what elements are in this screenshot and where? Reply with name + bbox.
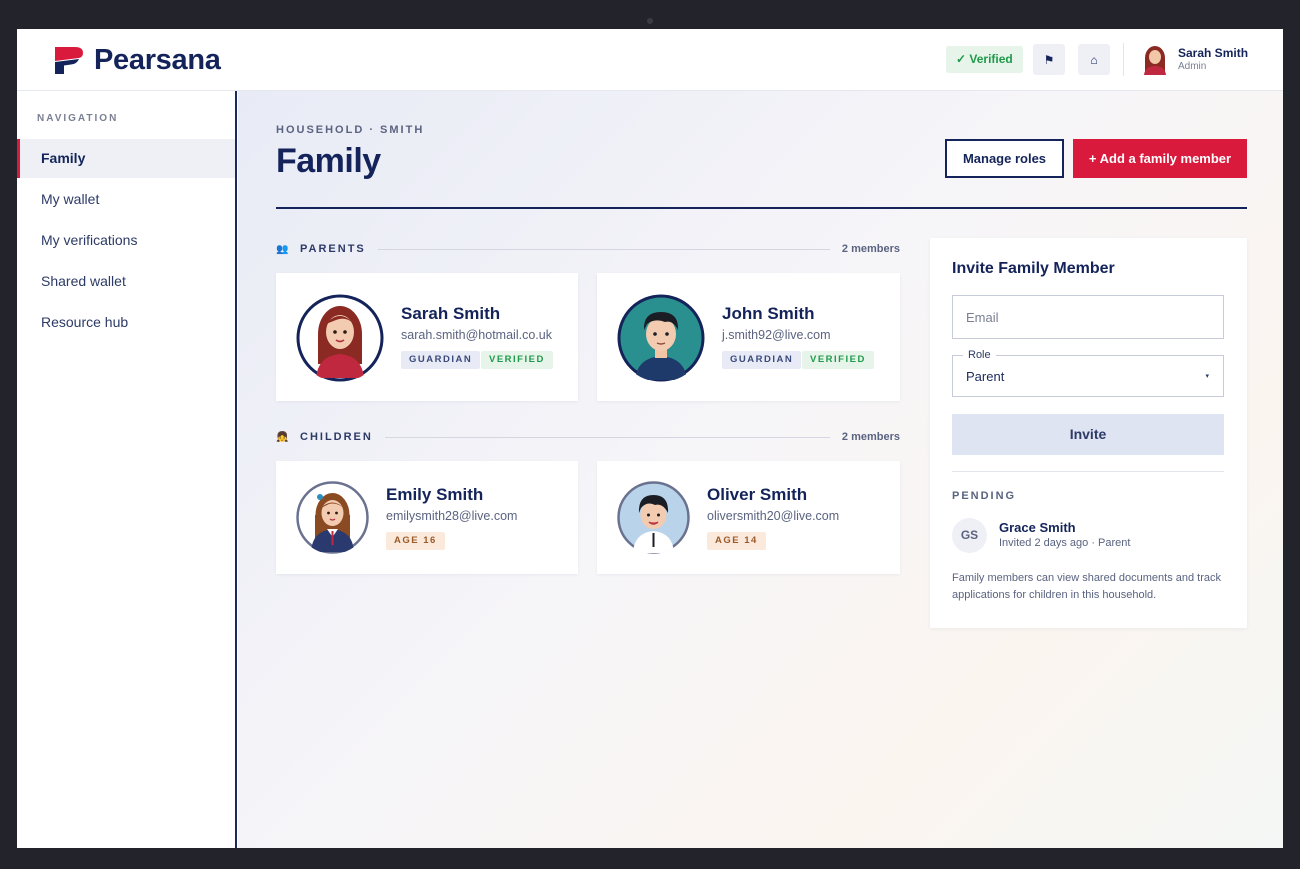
sidebar-item-family[interactable]: Family: [17, 139, 235, 178]
verified-badge: VERIFIED: [802, 351, 874, 369]
manage-roles-button[interactable]: Manage roles: [945, 139, 1064, 178]
flag-icon: ⚑: [1043, 52, 1055, 67]
pending-name: Grace Smith: [999, 520, 1076, 535]
role-selected-value: Parent: [966, 369, 1005, 384]
member-email: oliversmith20@live.com: [707, 509, 840, 523]
home-button[interactable]: ⌂: [1078, 44, 1110, 75]
member-name: John Smith: [722, 304, 815, 323]
section-divider: [384, 436, 830, 438]
title-divider: [276, 207, 1247, 209]
pending-meta: Invited 2 days ago · Parent: [999, 537, 1131, 549]
children-icon: 👧: [276, 431, 289, 443]
sidebar-item-my-wallet[interactable]: My wallet: [17, 180, 235, 219]
member-card-sarah[interactable]: Sarah Smith sarah.smith@hotmail.co.uk GU…: [276, 273, 578, 401]
invite-help-text: Family members can view shared documents…: [952, 572, 1221, 601]
children-count: 2 members: [841, 431, 900, 443]
verified-badge: VERIFIED: [481, 351, 553, 369]
member-name: Emily Smith: [386, 485, 484, 504]
add-family-member-button[interactable]: + Add a family member: [1073, 139, 1247, 178]
breadcrumb: HOUSEHOLD · SMITH: [276, 124, 425, 136]
header-user-role: Admin: [1178, 61, 1207, 72]
invite-title: Invite Family Member: [952, 260, 1115, 277]
member-card-john[interactable]: John Smith j.smith92@live.com GUARDIAN V…: [597, 273, 900, 401]
verified-status-badge: ✓ Verified: [946, 46, 1023, 73]
pending-label: PENDING: [952, 490, 1017, 502]
member-name: Oliver Smith: [707, 485, 808, 504]
pending-avatar: GS: [952, 518, 987, 553]
app-screen: Pearsana ✓ Verified ⚑ ⌂ Sarah Smith Admi…: [17, 29, 1283, 848]
guardian-badge: GUARDIAN: [722, 351, 802, 369]
age-badge: AGE 14: [707, 532, 766, 550]
guardian-badge: GUARDIAN: [401, 351, 481, 369]
header-divider: [1123, 43, 1124, 76]
children-section-header: 👧 CHILDREN 2 members: [276, 429, 900, 445]
member-email: sarah.smith@hotmail.co.uk: [401, 328, 552, 342]
member-card-emily[interactable]: Emily Smith emilysmith28@live.com AGE 16: [276, 461, 578, 574]
home-icon: ⌂: [1090, 52, 1098, 67]
pearsana-logo-icon: [55, 47, 83, 74]
emily-avatar: [296, 481, 369, 554]
sidebar: NAVIGATION Family My wallet My verificat…: [17, 91, 237, 848]
sidebar-item-shared-wallet[interactable]: Shared wallet: [17, 262, 235, 301]
john-avatar: [617, 294, 705, 382]
member-email: emilysmith28@live.com: [386, 509, 518, 523]
page-title: Family: [276, 142, 381, 180]
parents-icon: 👥: [276, 243, 289, 255]
header-user-name: Sarah Smith: [1178, 46, 1249, 60]
parents-label: PARENTS: [300, 243, 366, 255]
sarah-avatar: [296, 294, 384, 382]
member-name: Sarah Smith: [401, 304, 501, 323]
top-header: Pearsana ✓ Verified ⚑ ⌂ Sarah Smith Admi…: [17, 29, 1283, 91]
header-user-info[interactable]: Sarah Smith Admin: [1178, 46, 1248, 74]
role-select[interactable]: Role Parent ▾: [952, 349, 1224, 397]
section-divider: [377, 248, 830, 250]
invite-panel: Invite Family Member Role Parent ▾ Invit…: [930, 238, 1247, 628]
user-avatar[interactable]: [1141, 44, 1169, 75]
logo[interactable]: Pearsana: [53, 44, 221, 76]
chevron-down-icon: ▾: [1205, 373, 1209, 380]
sidebar-item-resource-hub[interactable]: Resource hub: [17, 303, 235, 342]
nav-heading: NAVIGATION: [37, 113, 119, 124]
age-badge: AGE 16: [386, 532, 445, 550]
email-input[interactable]: [952, 295, 1224, 339]
main-content: HOUSEHOLD · SMITH Family Manage roles + …: [238, 91, 1283, 848]
invite-button[interactable]: Invite: [952, 414, 1224, 455]
parents-count: 2 members: [841, 243, 900, 255]
children-label: CHILDREN: [300, 431, 373, 443]
oliver-avatar: [617, 481, 690, 554]
member-email: j.smith92@live.com: [722, 328, 831, 342]
invite-divider: [952, 471, 1224, 472]
sidebar-item-my-verifications[interactable]: My verifications: [17, 221, 235, 260]
member-card-oliver[interactable]: Oliver Smith oliversmith20@live.com AGE …: [597, 461, 900, 574]
parents-section-header: 👥 PARENTS 2 members: [276, 241, 900, 257]
app-name: Pearsana: [94, 44, 221, 76]
device-camera: [647, 18, 653, 24]
flag-button[interactable]: ⚑: [1033, 44, 1065, 75]
